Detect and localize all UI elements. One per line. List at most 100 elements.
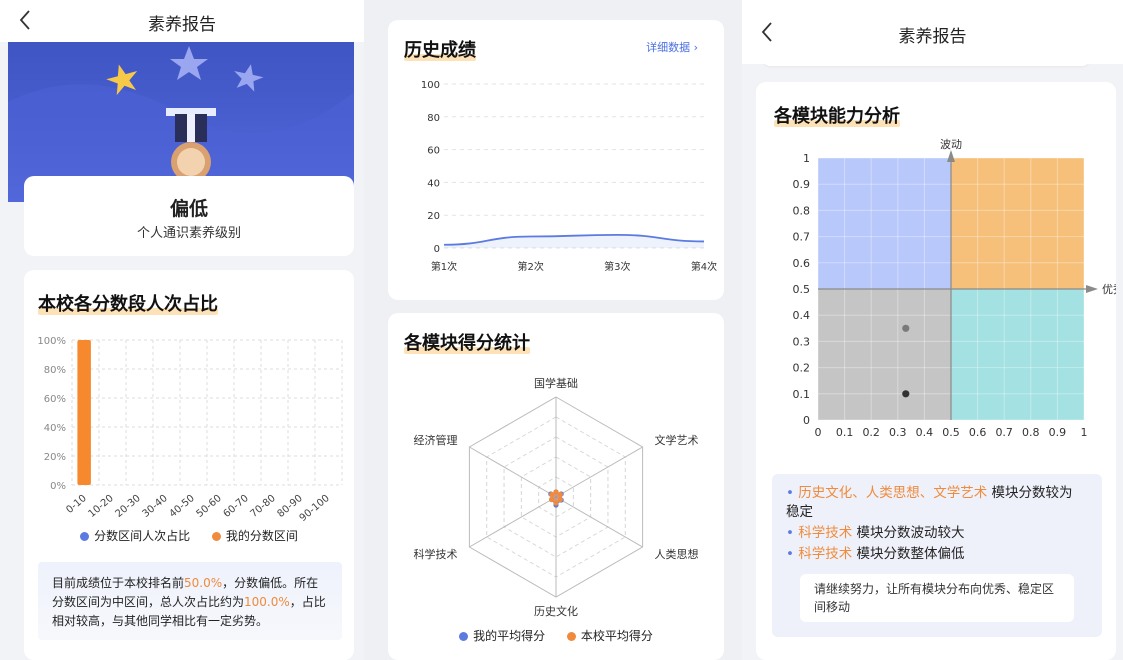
quadrant-low-stable [818,289,951,420]
star-icon [170,46,208,80]
note-text: 模块分数波动较大 [852,525,965,541]
y-tick-label: 40 [427,178,440,189]
report-panel-right: 素养报告 各模块能力分析 0 0.1 0.2 0.3 0.4 0.5 0.6 0.7 0.8 0.… [742,0,1123,660]
ability-analysis-card: 各模块能力分析 0 0.1 0.2 0.3 0.4 0.5 0.6 0.7 0.8 0.9 1 0 0.… [756,82,1116,660]
level-card: 偏低 个人通识素养级别 [24,176,354,256]
scatter-point [902,324,910,332]
legend-dot-blue [459,632,469,641]
x-tick-label: 0.7 [995,426,1013,439]
y-tick-label: 60 [427,146,440,157]
advice-box: 请继续努力，让所有模块分布向优秀、稳定区间移动 [800,574,1074,622]
x-tick-label: 0.5 [942,426,960,439]
analysis-notes: • 历史文化、人类思想、文学艺术 模块分数较为稳定 • 科学技术 模块分数波动较大… [772,474,1102,637]
radar-axis [469,446,557,498]
y-tick-label: 100 [421,80,440,91]
bullet-icon: • [786,485,799,501]
score-distribution-card: 本校各分数段人次占比 0% 20% 40% 60% 80% 100% 0-10 10-20 20… [24,270,354,660]
bullet-icon: • [786,546,799,562]
history-title: 历史成绩 [404,36,476,62]
legend-label: 本校平均得分 [580,629,653,643]
detail-data-link[interactable]: 详细数据 › [646,39,698,55]
radar-axis [469,496,557,548]
notes-list: • 历史文化、人类思想、文学艺术 模块分数较为稳定 • 科学技术 模块分数波动较大… [786,484,1086,566]
ratio-value: 100.0% [244,595,290,609]
bullet-icon: • [786,525,799,541]
radar-axis-label: 国学基础 [534,376,578,390]
x-tick-label: 0.4 [916,426,934,439]
x-tick-label: 0-10 [64,493,88,516]
radar-point [549,491,555,498]
note-highlight: 历史文化、人类思想、文学艺术 [798,485,988,501]
y-tick-label: 0.5 [793,283,811,296]
radar-point [549,496,555,503]
x-tick-label: 90-100 [298,493,332,524]
x-tick-label: 70-80 [248,493,277,520]
y-tick-label: 20% [44,452,66,463]
y-tick-label: 0.4 [793,309,811,322]
history-line-chart: 0 20 40 60 80 100 第1次 第2次 第3次 第4次 [421,80,717,273]
modules-title: 各模块得分统计 [404,329,530,355]
y-tick-label: 80% [44,365,66,376]
x-tick-label: 40-50 [167,493,196,520]
y-tick-label: 1 [803,152,810,165]
legend-label: 我的分数区间 [225,529,298,543]
analysis-note: • 科学技术 模块分数整体偏低 [786,545,1086,564]
report-panel-middle: 历史成绩 详细数据 › 0 20 40 60 80 100 第1次 第2次 第3次 第4次 各模块… [374,0,736,660]
y-tick-label: 0.3 [793,335,811,348]
y-tick-label: 100% [37,336,66,347]
x-axis-name: 优秀 [1102,283,1116,296]
history-score-card: 历史成绩 详细数据 › 0 20 40 60 80 100 第1次 第2次 第3次 第4次 [388,20,724,300]
x-tick-label: 10-20 [86,493,115,520]
distribution-legend: 分数区间人次占比 我的分数区间 [24,527,354,544]
x-tick-label: 0.8 [1022,426,1040,439]
y-tick-label: 40% [44,423,66,434]
legend-dot-orange [566,632,576,641]
radar-axis-label: 科学技术 [414,547,458,561]
ability-quadrant-chart: 0 0.1 0.2 0.3 0.4 0.5 0.6 0.7 0.8 0.9 1 0 0.1 0.2 0.3 0… [793,138,1117,439]
y-tick-label: 0 [434,244,440,255]
x-tick-label: 1 [1081,426,1088,439]
x-tick-label: 20-30 [113,493,142,520]
x-tick-label: 第2次 [517,260,543,273]
x-tick-label: 0.2 [862,426,880,439]
analysis-note: • 历史文化、人类思想、文学艺术 模块分数较为稳定 [786,484,1086,522]
page-title: 素养报告 [148,15,216,35]
radar-point [553,489,559,495]
module-radar-chart: 国学基础文学艺术人类思想历史文化 科学技术 经济管理 [414,376,699,618]
y-tick-label: 0% [50,481,66,492]
x-tick-label: 0.6 [969,426,987,439]
radar-point [553,500,559,506]
quadrant-stable-low [818,158,951,289]
level-subtitle: 个人通识素养级别 [136,226,241,241]
report-panel-left: 素养报告 偏低 个人通识素养级别 本校各分数段人次占比 0% 20% 40% 60% 8… [0,0,364,660]
y-tick-label: 0.1 [793,388,811,401]
x-tick-label: 第4次 [691,260,717,273]
y-axis-arrow-icon [947,150,955,162]
x-tick-label: 第1次 [431,260,457,273]
ability-title: 各模块能力分析 [774,102,900,128]
radar-axis [555,496,643,548]
bar [77,340,91,485]
radar-point [557,491,563,498]
x-tick-label: 30-40 [140,493,169,520]
y-tick-label: 80 [427,113,440,124]
module-score-card: 各模块得分统计 国学基础 文学艺术 人类思想 历史文化 科学技术 经济管理 我的平均得分 … [388,313,724,660]
radar-point [557,496,563,503]
y-tick-label: 60% [44,394,66,405]
y-tick-label: 0.6 [793,257,811,270]
rank-value: 50.0% [184,576,223,590]
quadrant-excellent-volatile [951,158,1084,289]
x-tick-label: 0.9 [1049,426,1067,439]
star-icon [234,64,264,92]
y-tick-label: 0.2 [793,362,811,375]
radar-axis-label: 经济管理 [414,433,458,447]
x-tick-label: 0.3 [889,426,907,439]
page-title: 素养报告 [898,27,967,47]
y-tick-label: 0.9 [793,178,811,191]
y-tick-label: 20 [427,211,440,222]
distribution-title: 本校各分数段人次占比 [38,290,218,316]
note-highlight: 科学技术 [798,546,853,562]
y-tick-label: 0.8 [793,204,811,217]
y-tick-label: 0.7 [793,231,811,244]
y-axis-name: 波动 [940,138,962,151]
